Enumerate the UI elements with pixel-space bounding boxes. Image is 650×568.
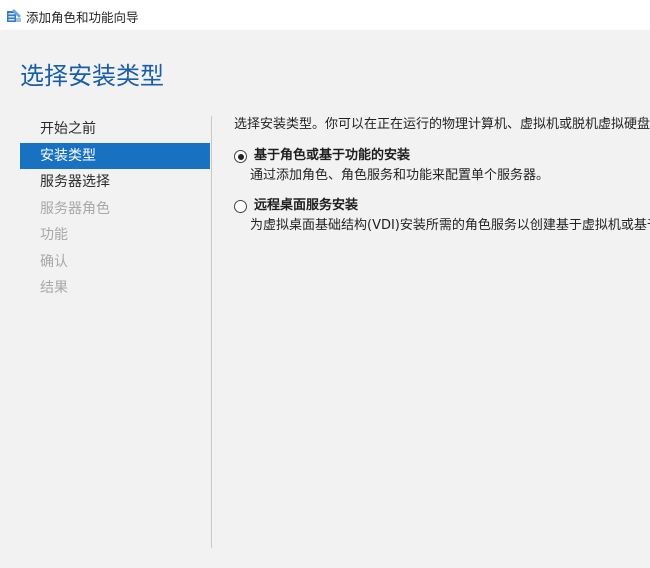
title-bar: 添加角色和功能向导 <box>0 0 650 30</box>
nav-item-installation-type[interactable]: 安装类型 <box>20 142 210 169</box>
content-pane: 选择安装类型。你可以在正在运行的物理计算机、虚拟机或脱机虚拟硬盘 基于角色或基于… <box>234 116 650 234</box>
nav-item-results: 结果 <box>40 280 68 296</box>
server-manager-icon <box>5 6 23 24</box>
radio-remote-desktop[interactable] <box>234 200 247 213</box>
window-title: 添加角色和功能向导 <box>26 10 139 25</box>
wizard-nav: 开始之前 安装类型 服务器选择 服务器角色 功能 确认 结果 <box>20 116 210 301</box>
option-remote-desktop-label[interactable]: 远程桌面服务安装 <box>254 198 650 214</box>
intro-text: 选择安装类型。你可以在正在运行的物理计算机、虚拟机或脱机虚拟硬盘 <box>234 117 650 132</box>
option-role-based-label[interactable]: 基于角色或基于功能的安装 <box>254 148 650 164</box>
wizard-body: 选择安装类型 开始之前 安装类型 服务器选择 服务器角色 功能 确认 结果 选择… <box>0 30 650 568</box>
page-title: 选择安装类型 <box>20 62 164 90</box>
option-role-based-description: 通过添加角色、角色服务和功能来配置单个服务器。 <box>250 168 550 183</box>
nav-item-before-you-begin[interactable]: 开始之前 <box>20 116 210 142</box>
nav-item-server-roles: 服务器角色 <box>40 200 110 217</box>
option-remote-desktop-description: 为虚拟桌面基础结构(VDI)安装所需的角色服务以创建基于虚拟机或基于 <box>250 218 650 233</box>
option-remote-desktop[interactable]: 远程桌面服务安装 为虚拟桌面基础结构(VDI)安装所需的角色服务以创建基于虚拟机… <box>234 198 650 234</box>
nav-item-features: 功能 <box>40 227 68 243</box>
nav-item-server-selection[interactable]: 服务器选择 <box>20 169 210 195</box>
option-role-based[interactable]: 基于角色或基于功能的安装 通过添加角色、角色服务和功能来配置单个服务器。 <box>234 148 650 184</box>
nav-divider <box>211 116 212 548</box>
nav-item-confirmation: 确认 <box>40 253 68 270</box>
radio-role-based[interactable] <box>234 150 247 163</box>
